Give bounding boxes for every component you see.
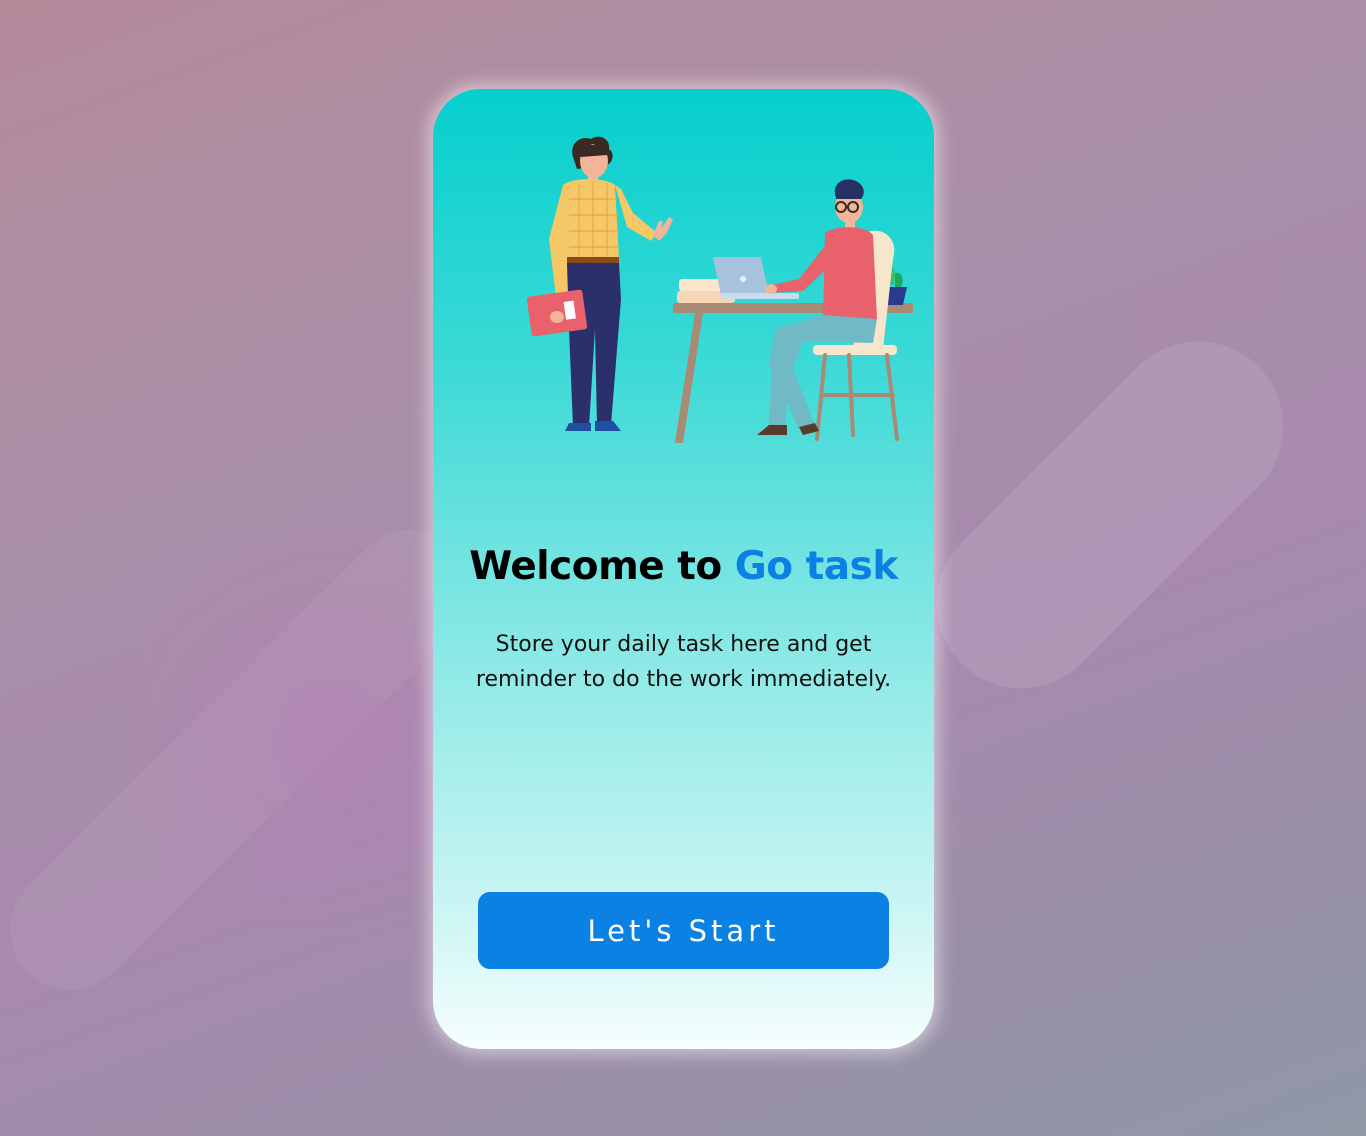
welcome-card: Welcome to Go task Store your daily task… (433, 89, 934, 1049)
brand-name: Go task (734, 544, 899, 589)
subtitle-line: reminder to do the work immediately. (475, 667, 892, 692)
standing-man-figure (526, 136, 673, 431)
background-stripe (901, 306, 1319, 724)
office-illustration (526, 136, 913, 443)
headline-prefix: Welcome to (469, 544, 722, 589)
welcome-headline: Welcome to Go task (433, 544, 934, 589)
subtitle-line: Store your daily task here and get (495, 632, 872, 657)
lets-start-button[interactable]: Let's Start (478, 892, 889, 969)
welcome-subtitle: Store your daily task here and get remin… (453, 627, 914, 697)
